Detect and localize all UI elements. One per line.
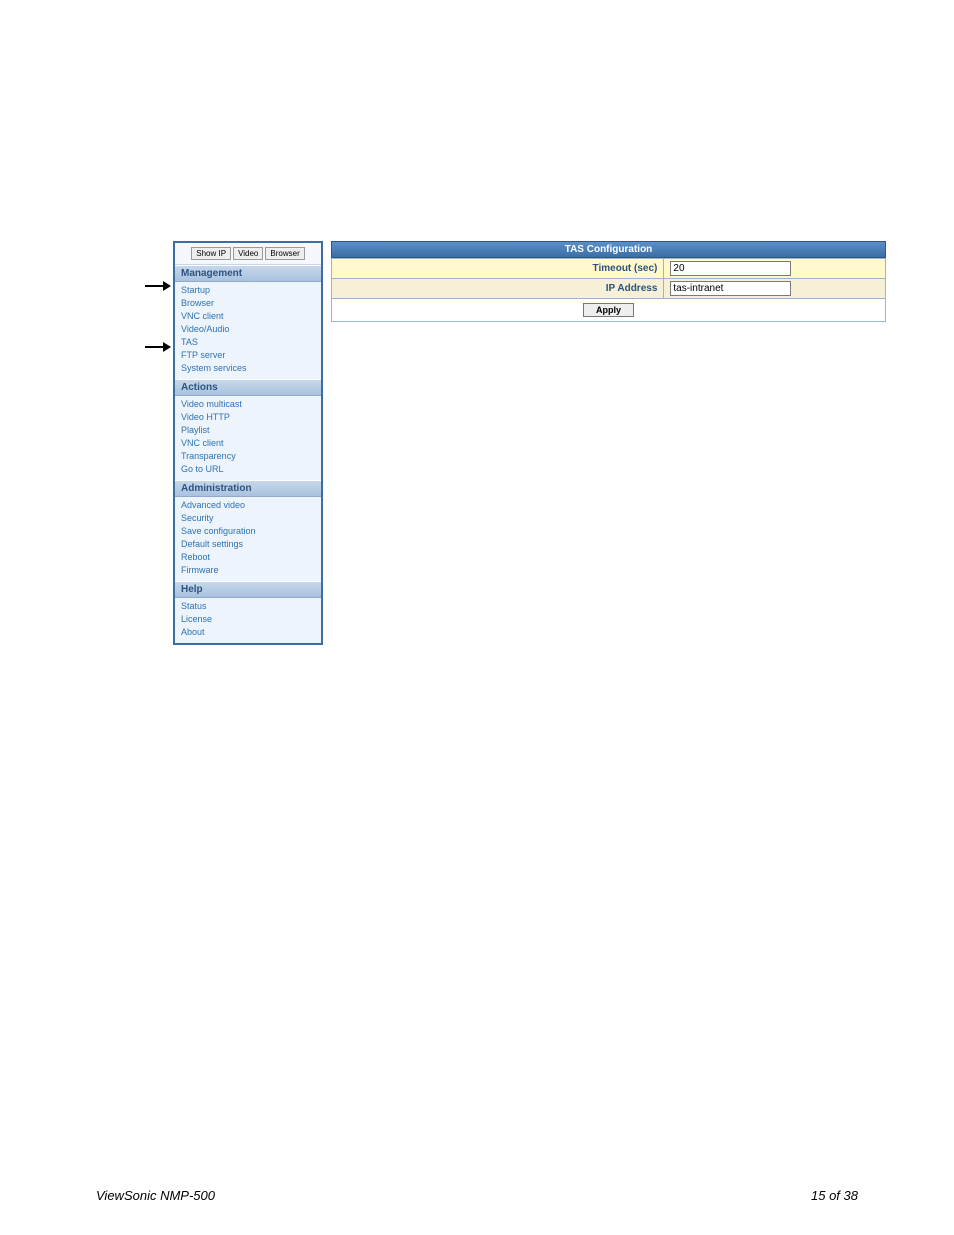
section-help-header: Help <box>175 581 321 598</box>
nav-system-services[interactable]: System services <box>181 362 315 375</box>
apply-button[interactable]: Apply <box>583 303 634 317</box>
nav-startup[interactable]: Startup <box>181 284 315 297</box>
nav-video-multicast[interactable]: Video multicast <box>181 398 315 411</box>
nav-security[interactable]: Security <box>181 512 315 525</box>
nav-about[interactable]: About <box>181 626 315 639</box>
footer-right: 15 of 38 <box>811 1188 858 1203</box>
section-actions-header: Actions <box>175 379 321 396</box>
nav-video-http[interactable]: Video HTTP <box>181 411 315 424</box>
nav-default-settings[interactable]: Default settings <box>181 538 315 551</box>
show-ip-button[interactable]: Show IP <box>191 247 231 260</box>
nav-advanced-video[interactable]: Advanced video <box>181 499 315 512</box>
input-timeout[interactable] <box>670 261 791 276</box>
nav-video-audio[interactable]: Video/Audio <box>181 323 315 336</box>
nav-reboot[interactable]: Reboot <box>181 551 315 564</box>
label-ip: IP Address <box>332 279 664 299</box>
help-list: Status License About <box>175 598 321 643</box>
nav-vnc-client-2[interactable]: VNC client <box>181 437 315 450</box>
nav-license[interactable]: License <box>181 613 315 626</box>
cell-timeout-value <box>664 259 886 279</box>
main-panel: TAS Configuration Timeout (sec) IP Addre… <box>331 241 886 645</box>
management-list: Startup Browser VNC client Video/Audio T… <box>175 282 321 379</box>
cell-ip-value <box>664 279 886 299</box>
sidebar: Show IP Video Browser Management Startup… <box>173 241 323 645</box>
input-ip[interactable] <box>670 281 791 296</box>
apply-row: Apply <box>331 299 886 322</box>
nav-save-configuration[interactable]: Save configuration <box>181 525 315 538</box>
nav-tas[interactable]: TAS <box>181 336 315 349</box>
video-button[interactable]: Video <box>233 247 263 260</box>
nav-vnc-client[interactable]: VNC client <box>181 310 315 323</box>
sidebar-top-buttons: Show IP Video Browser <box>175 243 321 265</box>
footer-left: ViewSonic NMP-500 <box>96 1188 215 1203</box>
label-timeout: Timeout (sec) <box>332 259 664 279</box>
nav-go-to-url[interactable]: Go to URL <box>181 463 315 476</box>
nav-playlist[interactable]: Playlist <box>181 424 315 437</box>
actions-list: Video multicast Video HTTP Playlist VNC … <box>175 396 321 480</box>
row-ip: IP Address <box>332 279 886 299</box>
administration-list: Advanced video Security Save configurati… <box>175 497 321 581</box>
arrow-tas <box>145 342 173 352</box>
page-footer: ViewSonic NMP-500 15 of 38 <box>96 1188 858 1203</box>
arrow-management <box>145 281 173 291</box>
browser-button[interactable]: Browser <box>265 247 304 260</box>
config-table: Timeout (sec) IP Address <box>331 258 886 299</box>
panel-title: TAS Configuration <box>331 241 886 258</box>
nav-ftp-server[interactable]: FTP server <box>181 349 315 362</box>
nav-browser[interactable]: Browser <box>181 297 315 310</box>
nav-status[interactable]: Status <box>181 600 315 613</box>
row-timeout: Timeout (sec) <box>332 259 886 279</box>
section-management-header: Management <box>175 265 321 282</box>
section-administration-header: Administration <box>175 480 321 497</box>
nav-transparency[interactable]: Transparency <box>181 450 315 463</box>
app-screenshot: Show IP Video Browser Management Startup… <box>173 241 886 645</box>
nav-firmware[interactable]: Firmware <box>181 564 315 577</box>
